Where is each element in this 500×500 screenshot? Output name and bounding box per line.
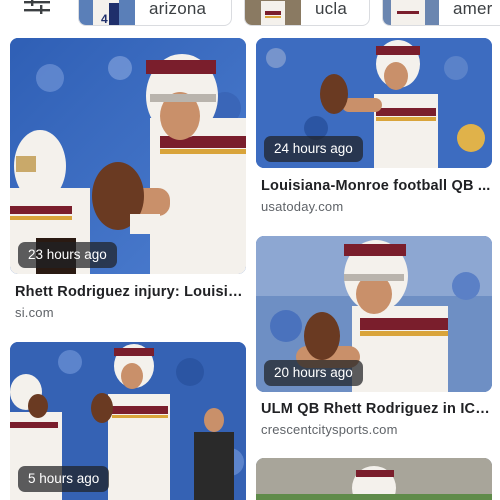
result-source: si.com <box>15 305 54 320</box>
chip-label: ucla <box>315 0 347 18</box>
chip-arizona[interactable]: 4 arizona <box>78 0 232 26</box>
result-card[interactable]: 20 hours ago ULM QB Rhett Rodriguez in I… <box>256 236 492 441</box>
chip-ucla[interactable]: ucla <box>244 0 370 26</box>
football-player-thumbnail <box>383 0 439 25</box>
timestamp-badge: 20 hours ago <box>264 360 363 386</box>
chip-amer[interactable]: amer <box>382 0 500 26</box>
result-card[interactable]: 5 hours ago <box>10 342 246 500</box>
result-title[interactable]: Rhett Rodriguez injury: Louisian... <box>15 284 246 300</box>
timestamp-badge: 5 hours ago <box>18 466 110 492</box>
result-source: usatoday.com <box>261 199 344 214</box>
football-player-thumbnail <box>245 0 301 25</box>
result-title[interactable]: ULM QB Rhett Rodriguez in ICU... <box>261 401 492 417</box>
result-title[interactable]: Louisiana-Monroe football QB ... <box>261 178 492 194</box>
result-source: crescentcitysports.com <box>261 422 398 437</box>
filter-chip-bar: 4 arizona ucla amer <box>0 0 500 30</box>
chip-label: arizona <box>149 0 207 18</box>
timestamp-badge: 24 hours ago <box>264 136 363 162</box>
result-thumbnail[interactable] <box>256 458 492 500</box>
filter-icon[interactable] <box>22 0 52 14</box>
result-card[interactable] <box>256 458 492 500</box>
chip-label: amer <box>453 0 493 18</box>
result-thumbnail[interactable] <box>10 38 246 274</box>
result-card[interactable]: 24 hours ago Louisiana-Monroe football Q… <box>256 38 492 218</box>
result-card[interactable]: 23 hours ago Rhett Rodriguez injury: Lou… <box>10 38 246 328</box>
timestamp-badge: 23 hours ago <box>18 242 117 268</box>
svg-text:4: 4 <box>101 12 108 25</box>
football-player-thumbnail: 4 <box>79 0 135 25</box>
